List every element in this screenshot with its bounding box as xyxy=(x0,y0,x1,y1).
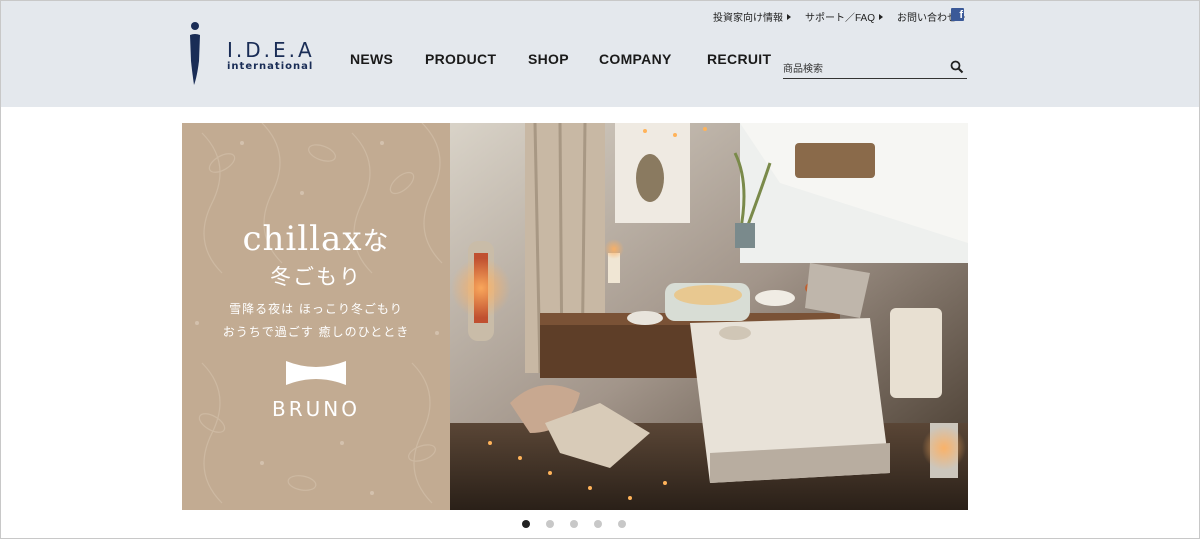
logo-main-text: I.D.E.A xyxy=(227,38,315,62)
promo-title-main: chillax xyxy=(242,219,363,259)
promo-copy-line-2: おうちで過ごす 癒しのひととき xyxy=(222,325,410,339)
investor-relations-label: 投資家向け情報 xyxy=(712,13,783,24)
carousel-dot-2[interactable] xyxy=(546,520,554,528)
banner-text-panel: chillaxな 冬ごもり 雪降る夜は ほっこり冬ごもり おうちで過ごす 癒しの… xyxy=(182,123,450,510)
logo-sub-text: international xyxy=(227,61,314,72)
brand-name: BRUNO xyxy=(272,397,360,421)
hero-banner[interactable]: chillaxな 冬ごもり 雪降る夜は ほっこり冬ごもり おうちで過ごす 癒しの… xyxy=(182,123,968,510)
facebook-icon[interactable]: f xyxy=(951,8,964,21)
logo-text: I.D.E.A international xyxy=(227,39,315,73)
nav-product[interactable]: PRODUCT xyxy=(425,51,496,67)
search-input[interactable] xyxy=(783,61,943,77)
investor-relations-link[interactable]: 投資家向け情報 xyxy=(713,9,791,24)
carousel-dot-1[interactable] xyxy=(522,520,530,528)
nav-news[interactable]: NEWS xyxy=(350,51,393,67)
arrow-right-icon xyxy=(786,13,791,20)
promo-subtitle: 冬ごもり xyxy=(270,265,362,289)
search-box xyxy=(783,58,967,79)
site-logo[interactable]: I.D.E.A international xyxy=(187,21,327,87)
support-faq-link[interactable]: サポート／FAQ xyxy=(805,9,883,24)
contact-label: お問い合わせ xyxy=(897,13,957,24)
site-header: I.D.E.A international 投資家向け情報 サポート／FAQ お… xyxy=(1,1,1199,107)
carousel-dot-4[interactable] xyxy=(594,520,602,528)
arrow-right-icon xyxy=(879,13,883,20)
nav-company[interactable]: COMPANY xyxy=(599,51,672,67)
carousel-dot-5[interactable] xyxy=(618,520,626,528)
promo-copy-line-1: 雪降る夜は ほっこり冬ごもり xyxy=(229,302,403,316)
promo-title-suffix: な xyxy=(362,227,390,257)
promo-title: chillaxな xyxy=(182,221,450,260)
logo-mark-icon xyxy=(190,22,200,85)
carousel-dot-3[interactable] xyxy=(570,520,578,528)
carousel-dots xyxy=(522,520,626,528)
nav-recruit[interactable]: RECRUIT xyxy=(707,51,771,67)
support-faq-label: サポート／FAQ xyxy=(804,13,875,24)
bruno-logo-icon xyxy=(286,361,346,385)
utility-nav: 投資家向け情報 サポート／FAQ お問い合わせ xyxy=(713,9,965,24)
nav-shop[interactable]: SHOP xyxy=(528,51,569,67)
lifestyle-photo xyxy=(450,123,968,510)
search-icon[interactable] xyxy=(950,60,964,74)
